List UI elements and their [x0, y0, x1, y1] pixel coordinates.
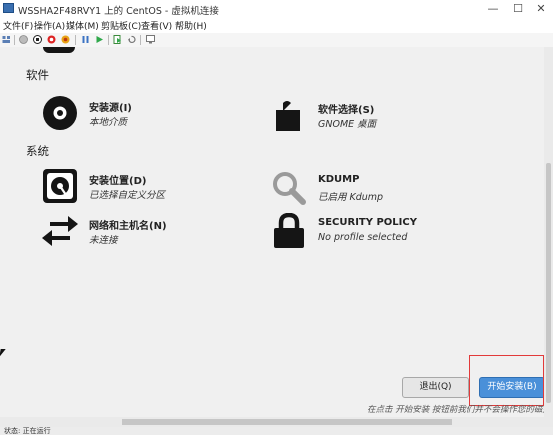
power-icon[interactable]: [61, 35, 70, 44]
vertical-scrollbar[interactable]: [544, 47, 553, 417]
partially-visible-spoke-icon: [43, 47, 75, 53]
toolbar-separator: [14, 35, 15, 45]
search-icon: [273, 172, 306, 205]
spoke-name: KDUMP: [318, 174, 360, 185]
spoke-status: 已启用 Kdump: [318, 192, 384, 203]
checkpoint-icon[interactable]: [113, 35, 122, 44]
spoke-software-selection[interactable]: 软件选择(S) GNOME 桌面: [271, 97, 471, 133]
spoke-name: 安装位置(D): [89, 176, 147, 187]
menu-help[interactable]: 帮助(H): [175, 19, 207, 32]
minimize-button[interactable]: —: [483, 2, 503, 16]
spoke-name: 安装源(I): [89, 103, 132, 114]
revert-icon[interactable]: [127, 35, 136, 44]
spoke-name: 网络和主机名(N): [89, 221, 167, 232]
enhanced-session-icon[interactable]: [146, 35, 155, 44]
installation-summary: 软件 安装源(I) 本地介质 软件选择(S) GNOME 桌面 系统 安装位置(…: [0, 47, 544, 417]
ctrl-alt-del-icon[interactable]: [2, 35, 11, 44]
pause-icon[interactable]: [81, 35, 90, 44]
menu-media[interactable]: 媒体(M): [66, 19, 99, 32]
maximize-button[interactable]: ☐: [508, 2, 528, 16]
network-arrows-icon: [42, 216, 78, 246]
start-icon[interactable]: [19, 35, 28, 44]
vertical-scroll-thumb[interactable]: [546, 163, 551, 403]
spoke-name: 软件选择(S): [318, 105, 375, 116]
spoke-network-hostname[interactable]: 网络和主机名(N) 未连接: [42, 213, 242, 249]
spoke-install-source[interactable]: 安装源(I) 本地介质: [42, 95, 242, 131]
toolbar-separator: [140, 35, 141, 45]
horizontal-scroll-thumb[interactable]: [122, 419, 452, 425]
turn-off-icon[interactable]: [33, 35, 42, 44]
horizontal-scrollbar[interactable]: [0, 417, 553, 427]
spoke-kdump[interactable]: KDUMP 已启用 Kdump: [271, 170, 471, 206]
spoke-name: SECURITY POLICY: [318, 217, 417, 228]
spoke-status: 本地介质: [89, 117, 128, 128]
menu-view[interactable]: 查看(V): [141, 19, 172, 32]
section-software: 软件: [26, 68, 49, 82]
spoke-status: 未连接: [89, 235, 118, 246]
menu-action[interactable]: 操作(A): [34, 19, 65, 32]
menu-clipboard[interactable]: 剪贴板(C): [101, 19, 141, 32]
toolbar-separator: [108, 35, 109, 45]
window-titlebar: WSSHA2F48RVY1 上的 CentOS - 虚拟机连接 — ☐ ✕: [0, 0, 553, 18]
lock-icon: [274, 213, 304, 248]
install-hint: 在点击 开始安装 按钮前我们并不会操作您的磁盘。: [367, 405, 544, 415]
spoke-status: 已选择自定义分区: [89, 190, 166, 201]
mouse-cursor: [0, 349, 6, 357]
disc-icon: [43, 96, 77, 130]
hard-disk-icon: [43, 169, 77, 203]
window-title: WSSHA2F48RVY1 上的 CentOS - 虚拟机连接: [18, 6, 219, 17]
status-bar: 状态: 正在运行: [0, 427, 553, 435]
spoke-security-policy[interactable]: SECURITY POLICY No profile selected: [271, 213, 471, 249]
package-icon: [276, 101, 300, 131]
toolbar-separator: [75, 35, 76, 45]
toolbar: [0, 33, 553, 48]
shutdown-icon[interactable]: [47, 35, 56, 44]
spoke-install-destination[interactable]: 安装位置(D) 已选择自定义分区: [42, 168, 242, 204]
menu-file[interactable]: 文件(F): [3, 19, 33, 32]
vm-connection-icon: [3, 3, 14, 13]
resume-icon[interactable]: [95, 35, 104, 44]
spoke-status: No profile selected: [318, 232, 408, 243]
section-system: 系统: [26, 144, 49, 158]
quit-button[interactable]: 退出(Q): [402, 377, 469, 398]
close-button[interactable]: ✕: [531, 2, 551, 16]
spoke-status: GNOME 桌面: [318, 119, 377, 130]
menu-bar: 文件(F) 操作(A) 媒体(M) 剪贴板(C) 查看(V) 帮助(H): [0, 18, 553, 33]
begin-installation-button[interactable]: 开始安装(B): [479, 377, 544, 398]
